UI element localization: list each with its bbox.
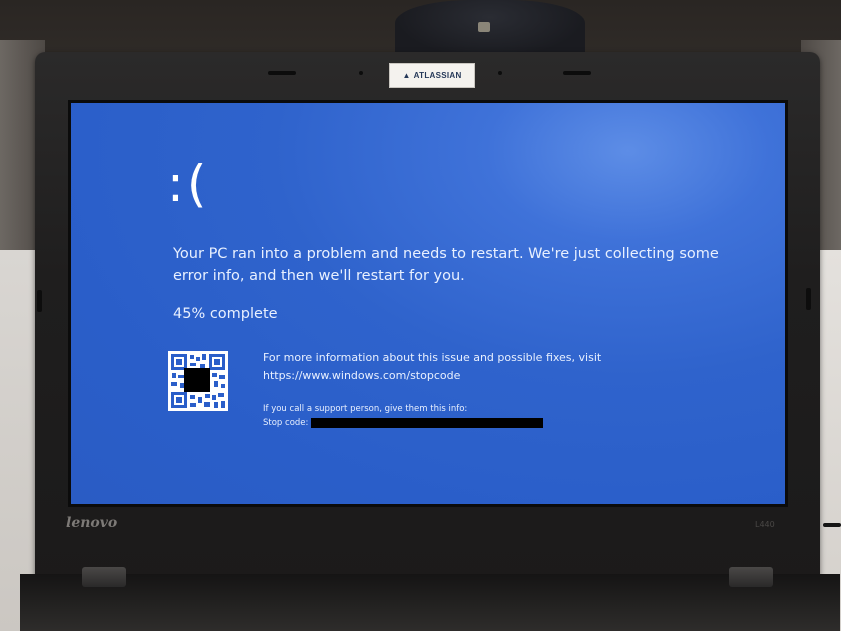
- hinge-left: [82, 567, 126, 587]
- support-block: If you call a support person, give them …: [263, 402, 544, 430]
- sad-face-emoticon: :(: [167, 155, 210, 213]
- info-block: For more information about this issue an…: [263, 349, 601, 385]
- background-backpack: [395, 0, 585, 58]
- error-message: Your PC ran into a problem and needs to …: [173, 246, 719, 284]
- hinge-right: [729, 567, 773, 587]
- stop-code-row: Stop code:: [263, 416, 544, 430]
- support-line: If you call a support person, give them …: [263, 404, 468, 414]
- power-cable: [823, 523, 841, 527]
- bezel-slot-left: [268, 71, 296, 75]
- laptop-base: [20, 574, 840, 631]
- sticker-label: ATLASSIAN: [413, 71, 462, 80]
- stop-code-redaction: [311, 417, 544, 428]
- stopcode-url: https://www.windows.com/stopcode: [263, 369, 461, 382]
- screen: :( Your PC ran into a problem and needs …: [68, 100, 788, 507]
- bezel-slot-right: [563, 71, 591, 75]
- info-line: For more information about this issue an…: [263, 351, 602, 364]
- bezel-notch-left: [37, 290, 42, 312]
- webcam-dot-left: [359, 71, 363, 75]
- progress-text: 45% complete: [173, 306, 278, 322]
- qr-redaction: [184, 368, 210, 392]
- webcam-dot-right: [498, 71, 502, 75]
- lenovo-logo: lenovo: [66, 515, 118, 531]
- atlassian-logo-icon: ▲: [402, 71, 411, 80]
- qr-code-icon: [168, 351, 228, 411]
- model-label: L440: [755, 520, 775, 529]
- stop-code-label: Stop code:: [263, 418, 309, 428]
- atlassian-sticker: ▲ ATLASSIAN: [389, 63, 475, 88]
- backpack-zipper: [478, 22, 490, 32]
- bezel-notch-right: [806, 288, 811, 310]
